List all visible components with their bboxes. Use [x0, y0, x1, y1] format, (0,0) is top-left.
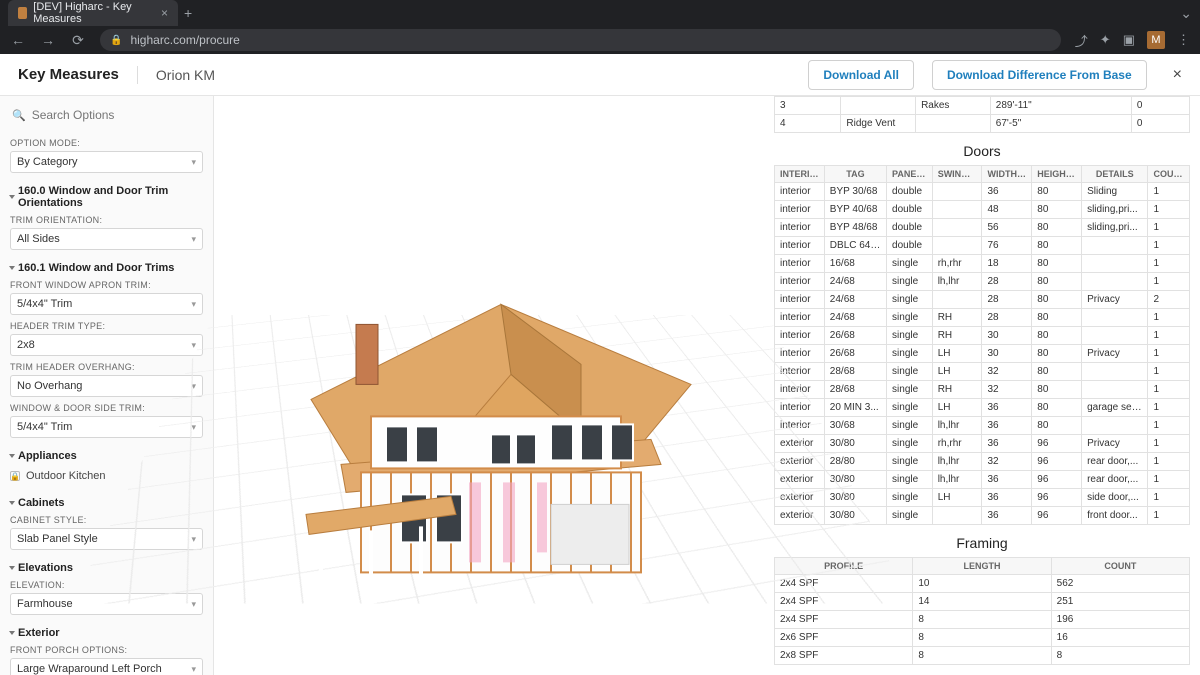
table-row: interiorBYP 30/68double3680Sliding1 — [775, 183, 1190, 201]
table-row: 3Rakes289'-11"0 — [775, 97, 1190, 115]
section-160-1[interactable]: 160.1 Window and Door Trims — [10, 262, 203, 274]
house-model — [251, 234, 731, 614]
table-row: 2x4 SPF8196 — [775, 611, 1190, 629]
header-trim-label: HEADER TRIM TYPE: — [10, 321, 203, 331]
table-row: exterior30/80singlerh,rhr3696Privacy1 — [775, 435, 1190, 453]
section-160-0[interactable]: 160.0 Window and Door Trim Orientations — [10, 185, 203, 209]
chevron-down-icon[interactable]: ⌄ — [1180, 5, 1192, 22]
table-row: interior28/68singleRH32801 — [775, 381, 1190, 399]
download-all-button[interactable]: Download All — [808, 60, 914, 90]
table-row: interior30/68singlelh,lhr36801 — [775, 417, 1190, 435]
extensions-icon[interactable]: ✦ — [1100, 32, 1111, 48]
table-row: interior28/68singleLH32801 — [775, 363, 1190, 381]
doors-title: Doors — [774, 143, 1190, 159]
option-mode-label: OPTION MODE: — [10, 138, 203, 148]
close-icon[interactable]: × — [1173, 66, 1182, 84]
tab-title: [DEV] Higharc - Key Measures — [33, 1, 149, 25]
page-title: Key Measures — [18, 66, 119, 83]
front-apron-select[interactable]: 5/4x4" Trim — [10, 293, 203, 315]
trim-orientation-label: TRIM ORIENTATION: — [10, 215, 203, 225]
table-row: 4Ridge Vent67'-5"0 — [775, 115, 1190, 133]
favicon — [18, 7, 27, 19]
overhang-label: TRIM HEADER OVERHANG: — [10, 362, 203, 372]
project-name: Orion KM — [156, 67, 215, 83]
section-exterior[interactable]: Exterior — [10, 627, 203, 639]
download-diff-button[interactable]: Download Difference From Base — [932, 60, 1147, 90]
table-row: interior16/68singlerh,rhr18801 — [775, 255, 1190, 273]
table-row: 2x6 SPF816 — [775, 629, 1190, 647]
header-trim-select[interactable]: 2x8 — [10, 334, 203, 356]
table-row: interiorDBLC 64/...double76801 — [775, 237, 1190, 255]
table-row: interior24/68single2880Privacy2 — [775, 291, 1190, 309]
table-row: interior20 MIN 3...singleLH3680garage se… — [775, 399, 1190, 417]
lock-icon: 🔒 — [110, 35, 122, 46]
table-row: interior26/68singleRH30801 — [775, 327, 1190, 345]
front-apron-label: FRONT WINDOW APRON TRIM: — [10, 280, 203, 290]
trim-orientation-select[interactable]: All Sides — [10, 228, 203, 250]
table-row: interior26/68singleLH3080Privacy1 — [775, 345, 1190, 363]
search-row: 🔍 — [10, 102, 203, 132]
table-row: interiorBYP 48/68double5680sliding,pri..… — [775, 219, 1190, 237]
model-viewport[interactable] — [214, 96, 768, 675]
table-row: interior24/68singlelh,lhr28801 — [775, 273, 1190, 291]
browser-tab[interactable]: [DEV] Higharc - Key Measures × — [8, 0, 178, 26]
top-table: 3Rakes289'-11"04Ridge Vent67'-5"0 — [774, 96, 1190, 133]
option-mode-select[interactable]: By Category — [10, 151, 203, 173]
kebab-menu-icon[interactable]: ⋮ — [1177, 32, 1190, 48]
back-icon[interactable]: ← — [10, 32, 26, 48]
avatar[interactable]: M — [1147, 31, 1165, 49]
front-porch-label: FRONT PORCH OPTIONS: — [10, 645, 203, 655]
app-toolbar: Key Measures Orion KM Download All Downl… — [0, 54, 1200, 96]
reload-icon[interactable]: ⟳ — [70, 32, 86, 49]
browser-chrome: [DEV] Higharc - Key Measures × + ⌄ ← → ⟳… — [0, 0, 1200, 54]
url-bar[interactable]: 🔒 higharc.com/procure — [100, 29, 1061, 51]
table-row: 2x8 SPF88 — [775, 647, 1190, 665]
table-row: interior24/68singleRH28801 — [775, 309, 1190, 327]
table-row: interiorBYP 40/68double4880sliding,pri..… — [775, 201, 1190, 219]
url-text: higharc.com/procure — [130, 33, 239, 47]
divider — [137, 66, 138, 84]
search-input[interactable] — [32, 108, 203, 122]
tabs-icon[interactable]: ▣ — [1123, 32, 1135, 48]
lock-small-icon: 🔒 — [10, 471, 20, 481]
main-layout: 🔍 OPTION MODE: By Category 160.0 Window … — [0, 96, 1200, 675]
share-icon[interactable]: ⤴ — [1075, 31, 1088, 50]
tab-strip: [DEV] Higharc - Key Measures × + ⌄ — [0, 0, 1200, 26]
close-tab-icon[interactable]: × — [161, 6, 168, 20]
forward-icon[interactable]: → — [40, 32, 56, 48]
search-icon: 🔍 — [12, 109, 26, 122]
url-bar-row: ← → ⟳ 🔒 higharc.com/procure ⤴ ✦ ▣ M ⋮ — [0, 26, 1200, 54]
new-tab-button[interactable]: + — [184, 5, 192, 21]
chrome-right-icons: ⤴ ✦ ▣ M ⋮ — [1075, 31, 1190, 50]
front-porch-select[interactable]: Large Wraparound Left Porch — [10, 658, 203, 675]
